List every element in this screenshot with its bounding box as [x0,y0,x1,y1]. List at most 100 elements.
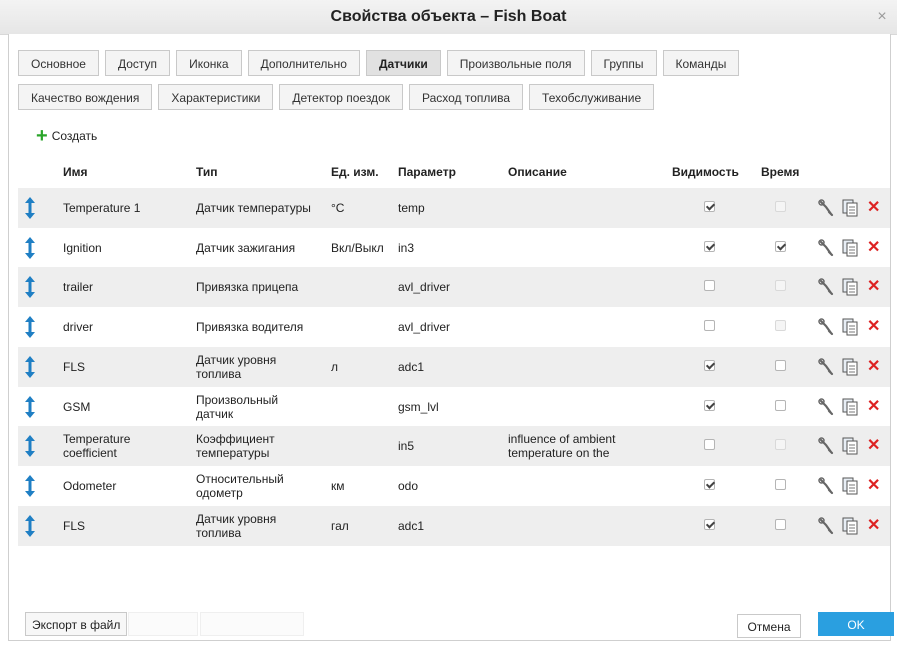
drag-handle-icon[interactable] [24,197,36,219]
table-row[interactable]: FLS Датчик уровня топлива гал adc1 ✕ [18,506,890,546]
time-checkbox[interactable] [775,400,786,411]
copy-icon[interactable] [842,477,858,495]
ghost-button [128,612,198,636]
tab-secondary-3[interactable]: Расход топлива [409,84,524,110]
export-button[interactable]: Экспорт в файл [25,612,128,636]
tab-secondary-4[interactable]: Техобслуживание [529,84,655,110]
sensor-type: Привязка водителя [196,320,304,334]
table-row[interactable]: FLS Датчик уровня топлива л adc1 ✕ [18,347,890,387]
sensor-description [508,313,658,341]
time-checkbox [775,320,786,331]
sensor-name: trailer [63,280,94,294]
visibility-checkbox[interactable] [704,360,715,371]
delete-icon[interactable]: ✕ [867,237,880,257]
tab-secondary-2[interactable]: Детектор поездок [279,84,403,110]
col-unit: Ед. изм. [331,165,379,179]
drag-handle-icon[interactable] [24,475,36,497]
col-param: Параметр [398,165,456,179]
copy-icon[interactable] [842,517,858,535]
time-checkbox [775,280,786,291]
time-checkbox[interactable] [775,519,786,530]
wrench-icon[interactable] [818,437,834,455]
sensor-type: Относительный одометр [196,472,284,500]
delete-icon[interactable]: ✕ [867,435,880,455]
visibility-checkbox[interactable] [704,280,715,291]
visibility-checkbox[interactable] [704,439,715,450]
copy-icon[interactable] [842,318,858,336]
tab-primary-5[interactable]: Произвольные поля [446,50,585,76]
wrench-icon[interactable] [818,239,834,257]
tab-primary-2[interactable]: Иконка [176,50,242,76]
wrench-icon[interactable] [818,358,834,376]
time-checkbox[interactable] [775,360,786,371]
visibility-checkbox[interactable] [704,201,715,212]
sensor-name: GSM [63,400,91,414]
create-button[interactable]: + Создать [36,125,98,147]
sensor-description [508,234,658,262]
tab-primary-1[interactable]: Доступ [104,50,171,76]
copy-icon[interactable] [842,199,858,217]
plus-icon: + [36,125,48,147]
delete-icon[interactable]: ✕ [867,396,880,416]
table-row[interactable]: Ignition Датчик зажигания Вкл/Выкл in3 ✕ [18,228,890,268]
close-icon[interactable]: × [873,8,891,26]
drag-handle-icon[interactable] [24,356,36,378]
table-row[interactable]: Temperature coefficient Коэффициент темпе… [18,426,890,466]
tab-primary-3[interactable]: Дополнительно [247,50,360,76]
drag-handle-icon[interactable] [24,515,36,537]
table-row[interactable]: driver Привязка водителя avl_driver ✕ [18,307,890,347]
delete-icon[interactable]: ✕ [867,475,880,495]
drag-handle-icon[interactable] [24,316,36,338]
table-row[interactable]: trailer Привязка прицепа avl_driver ✕ [18,267,890,307]
sensor-param: temp [398,201,425,215]
wrench-icon[interactable] [818,398,834,416]
ok-button[interactable]: OK [818,612,894,636]
tab-secondary-0[interactable]: Качество вождения [18,84,153,110]
visibility-checkbox[interactable] [704,400,715,411]
delete-icon[interactable]: ✕ [867,276,880,296]
copy-icon[interactable] [842,437,858,455]
tab-primary-4[interactable]: Датчики [365,50,441,76]
delete-icon[interactable]: ✕ [867,197,880,217]
drag-handle-icon[interactable] [24,276,36,298]
wrench-icon[interactable] [818,318,834,336]
drag-handle-icon[interactable] [24,396,36,418]
sensor-unit: Вкл/Выкл [331,241,384,255]
sensor-unit: км [331,479,345,493]
wrench-icon[interactable] [818,278,834,296]
tab-primary-0[interactable]: Основное [18,50,99,76]
table-row[interactable]: Temperature 1 Датчик температуры °C temp ✕ [18,188,890,228]
copy-icon[interactable] [842,398,858,416]
visibility-checkbox[interactable] [704,519,715,530]
delete-icon[interactable]: ✕ [867,316,880,336]
tab-primary-7[interactable]: Команды [662,50,740,76]
title-bar: Свойства объекта – Fish Boat × [0,0,897,35]
copy-icon[interactable] [842,239,858,257]
sensor-type: Привязка прицепа [196,280,299,294]
delete-icon[interactable]: ✕ [867,515,880,535]
time-checkbox [775,201,786,212]
time-checkbox [775,439,786,450]
wrench-icon[interactable] [818,199,834,217]
tab-primary-6[interactable]: Группы [590,50,657,76]
copy-icon[interactable] [842,278,858,296]
visibility-checkbox[interactable] [704,479,715,490]
tab-secondary-1[interactable]: Характеристики [158,84,274,110]
copy-icon[interactable] [842,358,858,376]
time-checkbox[interactable] [775,479,786,490]
tab-bar-secondary: Качество вождения Характеристики Детектор … [18,84,660,112]
sensor-unit: °C [331,201,345,215]
table-row[interactable]: Odometer Относительный одометр км odo ✕ [18,466,890,506]
drag-handle-icon[interactable] [24,435,36,457]
table-row[interactable]: GSM Произвольный датчик gsm_lvl ✕ [18,387,890,427]
time-checkbox[interactable] [775,241,786,252]
wrench-icon[interactable] [818,517,834,535]
visibility-checkbox[interactable] [704,241,715,252]
cancel-button[interactable]: Отмена [737,614,801,638]
drag-handle-icon[interactable] [24,237,36,259]
create-label: Создать [51,129,98,143]
wrench-icon[interactable] [818,477,834,495]
delete-icon[interactable]: ✕ [867,356,880,376]
sensor-name: driver [63,320,94,334]
visibility-checkbox[interactable] [704,320,715,331]
